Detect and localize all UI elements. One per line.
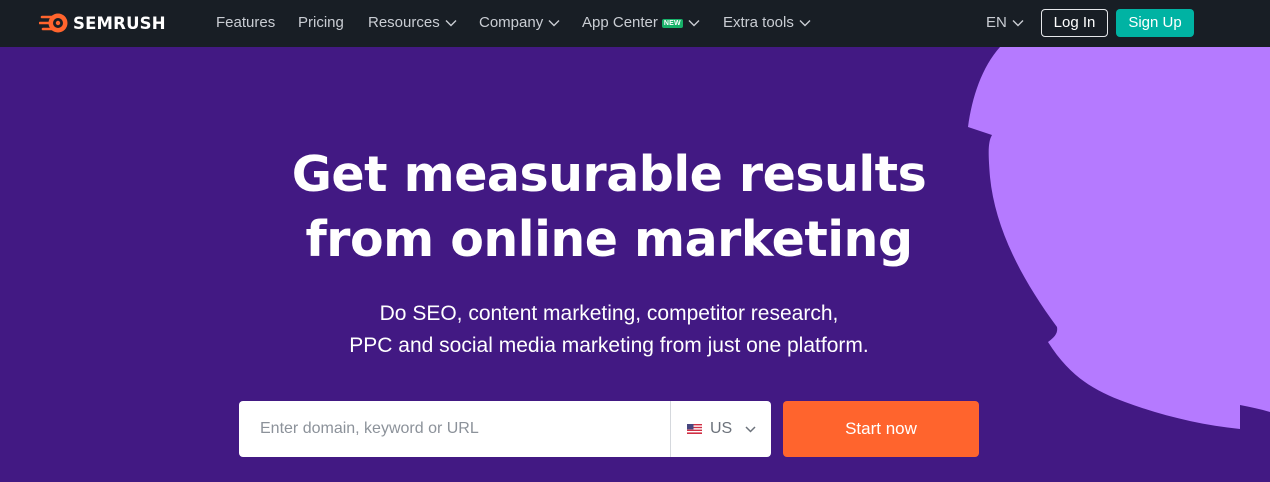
- chevron-down-icon: [1012, 20, 1024, 27]
- top-navigation-bar: SEMRUSH Features Pricing Resources Compa…: [0, 0, 1270, 47]
- database-label: US: [710, 420, 733, 437]
- hero-headline-line-2: from online marketing: [305, 211, 913, 268]
- nav-resources-label: Resources: [368, 14, 440, 31]
- semrush-logo[interactable]: SEMRUSH: [39, 12, 166, 34]
- nav-resources[interactable]: Resources: [368, 13, 457, 33]
- hero-subheadline-line-1: Do SEO, content marketing, competitor re…: [379, 302, 839, 325]
- nav-company[interactable]: Company: [479, 13, 560, 33]
- signup-button[interactable]: Sign Up: [1116, 9, 1194, 37]
- chevron-down-icon: [548, 20, 560, 27]
- hero-subheadline-line-2: PPC and social media marketing from just…: [349, 334, 869, 357]
- brand-name: SEMRUSH: [73, 13, 166, 33]
- start-now-button[interactable]: Start now: [783, 401, 979, 457]
- nav-app-center[interactable]: App Center NEW: [582, 13, 700, 33]
- domain-search-box: US: [239, 401, 771, 457]
- nav-company-label: Company: [479, 14, 544, 31]
- nav-app-center-label: App Center: [582, 14, 658, 31]
- hero-headline: Get measurable results from online marke…: [230, 142, 988, 272]
- hero-headline-line-1: Get measurable results: [291, 146, 927, 203]
- database-selector[interactable]: US: [670, 401, 771, 457]
- chevron-down-icon: [799, 20, 811, 27]
- new-badge: NEW: [661, 18, 683, 28]
- us-flag-icon: [687, 424, 702, 434]
- decorative-shape: [968, 47, 1270, 429]
- login-button[interactable]: Log In: [1041, 9, 1108, 37]
- domain-search-input[interactable]: [239, 401, 670, 457]
- hero-subheadline: Do SEO, content marketing, competitor re…: [260, 298, 958, 362]
- language-label: EN: [986, 14, 1007, 31]
- nav-features[interactable]: Features: [216, 13, 275, 33]
- nav-extra-tools-label: Extra tools: [723, 14, 794, 31]
- nav-features-label: Features: [216, 14, 276, 31]
- chevron-down-icon: [745, 425, 756, 433]
- nav-pricing-label: Pricing: [298, 14, 344, 31]
- chevron-down-icon: [445, 20, 457, 27]
- language-selector[interactable]: EN: [986, 13, 1024, 33]
- chevron-down-icon: [688, 20, 700, 27]
- semrush-fireball-icon: [39, 13, 68, 33]
- nav-extra-tools[interactable]: Extra tools: [723, 13, 811, 33]
- nav-pricing[interactable]: Pricing: [298, 13, 344, 33]
